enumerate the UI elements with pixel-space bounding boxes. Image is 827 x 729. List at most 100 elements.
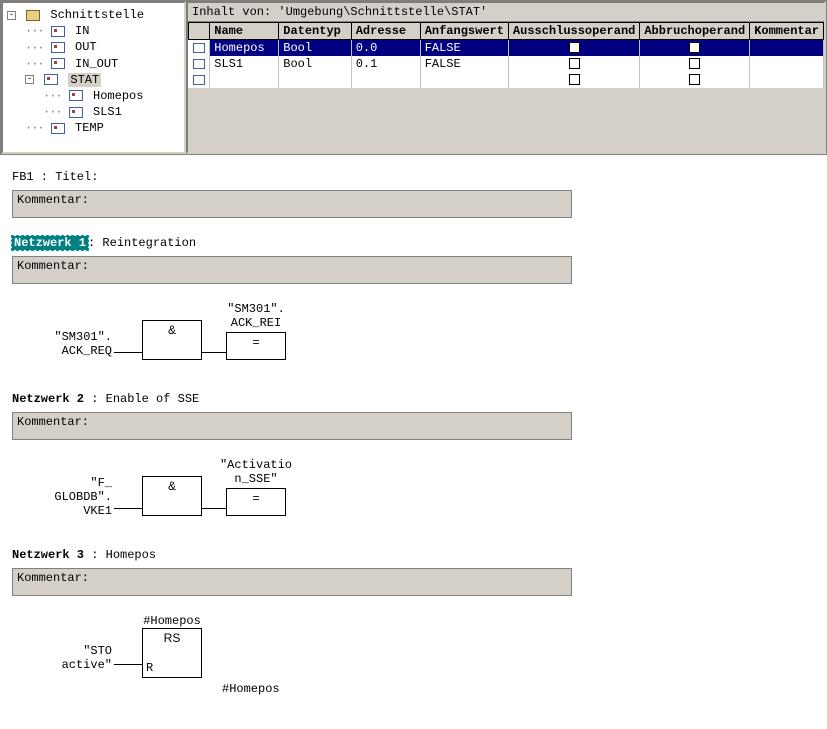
and-block[interactable]: &	[142, 320, 202, 360]
output-signal: "Activatio n_SSE"	[214, 458, 298, 486]
tree-in[interactable]: ··· IN	[25, 23, 180, 39]
top-signal: #Homepos	[134, 614, 210, 628]
fb-title: FB1 : Titel:	[12, 170, 815, 184]
network-comment-box[interactable]: Kommentar:	[12, 256, 572, 284]
table-row[interactable]: Homepos Bool 0.0 FALSE	[189, 40, 824, 57]
tree-temp[interactable]: ··· TEMP	[25, 120, 180, 136]
network-label[interactable]: Netzwerk 3	[12, 548, 84, 562]
and-block[interactable]: &	[142, 476, 202, 516]
cell-name[interactable]: SLS1	[210, 56, 279, 72]
network-comment-box[interactable]: Kommentar:	[12, 568, 572, 596]
var-icon	[51, 58, 65, 69]
abort-checkbox[interactable]	[689, 42, 700, 53]
row-icon	[193, 59, 205, 69]
collapse-icon[interactable]: -	[25, 75, 34, 84]
col-abbruch[interactable]: Abbruchoperand	[640, 23, 750, 40]
cell-name[interactable]: Homepos	[210, 40, 279, 57]
network-2-diagram[interactable]: "F_ GLOBDB". VKE1 & "Activatio n_SSE" =	[32, 458, 815, 528]
network-1-diagram[interactable]: "SM301". ACK_REQ & "SM301". ACK_REI =	[32, 302, 815, 372]
cell-type[interactable]: Bool	[279, 40, 351, 57]
tree-connector: ···	[25, 56, 44, 72]
tree-inout[interactable]: ··· IN_OUT	[25, 56, 180, 72]
tree-in-label: IN	[75, 24, 89, 38]
col-kommentar[interactable]: Kommentar	[750, 23, 824, 40]
wire	[114, 664, 142, 665]
tree-homepos-label: Homepos	[93, 89, 143, 103]
cell-comment[interactable]	[750, 56, 824, 72]
cell-init[interactable]: FALSE	[420, 40, 508, 57]
tree-stat-label: STAT	[68, 73, 101, 87]
network-title: : Enable of SSE	[84, 392, 199, 406]
tree-inout-label: IN_OUT	[75, 57, 118, 71]
network-header: Netzwerk 1: Reintegration	[12, 236, 815, 250]
network-header: Netzwerk 3 : Homepos	[12, 548, 815, 562]
kommentar-label: Kommentar:	[17, 415, 89, 429]
output-signal: "SM301". ACK_REI	[220, 302, 292, 330]
interface-tree[interactable]: - Schnittstelle ··· IN ··· OUT ··· IN_OU…	[1, 1, 186, 154]
wire	[202, 508, 226, 509]
var-icon	[51, 123, 65, 134]
network-header: Netzwerk 2 : Enable of SSE	[12, 392, 815, 406]
input-signal: "STO active"	[32, 644, 112, 672]
wire	[202, 352, 226, 353]
tree-stat-child[interactable]: ··· Homepos	[43, 88, 180, 104]
fb-comment-box[interactable]: Kommentar:	[12, 190, 572, 218]
col-datentyp[interactable]: Datentyp	[279, 23, 351, 40]
table-title: Inhalt von: 'Umgebung\Schnittstelle\STAT…	[188, 3, 824, 22]
wire	[114, 352, 142, 353]
wire	[114, 508, 142, 509]
abort-checkbox[interactable]	[689, 74, 700, 85]
folder-icon	[26, 10, 40, 21]
col-name[interactable]: Name	[210, 23, 279, 40]
tree-sls1-label: SLS1	[93, 105, 122, 119]
tree-stat[interactable]: - STAT	[25, 72, 180, 88]
fbd-editor[interactable]: FB1 : Titel: Kommentar: Netzwerk 1: Rein…	[0, 155, 827, 729]
input-signal: "SM301". ACK_REQ	[32, 330, 112, 358]
assign-block[interactable]: =	[226, 488, 286, 516]
rs-block[interactable]: RS R	[142, 628, 202, 678]
row-icon	[193, 75, 205, 85]
cell-comment[interactable]	[750, 40, 824, 57]
cell-type[interactable]: Bool	[279, 56, 351, 72]
kommentar-label: Kommentar:	[17, 571, 89, 585]
variable-table[interactable]: Name Datentyp Adresse Anfangswert Aussch…	[188, 22, 824, 88]
kommentar-label: Kommentar:	[17, 193, 89, 207]
tree-connector: ···	[25, 120, 44, 136]
tree-connector: ···	[25, 40, 44, 56]
network-label[interactable]: Netzwerk 1	[12, 236, 88, 250]
col-icon[interactable]	[189, 23, 210, 40]
tree-connector: ···	[43, 104, 62, 120]
tree-stat-child[interactable]: ··· SLS1	[43, 104, 180, 120]
assign-block[interactable]: =	[226, 332, 286, 360]
network-title: : Homepos	[84, 548, 156, 562]
var-icon	[44, 74, 58, 85]
row-icon	[193, 43, 205, 53]
cell-init[interactable]: FALSE	[420, 56, 508, 72]
network-comment-box[interactable]: Kommentar:	[12, 412, 572, 440]
tree-temp-label: TEMP	[75, 121, 104, 135]
bottom-signal: #Homepos	[222, 682, 280, 696]
cell-addr[interactable]: 0.0	[351, 40, 420, 57]
table-row-empty[interactable]	[189, 72, 824, 88]
network-title: : Reintegration	[88, 236, 196, 250]
exclusion-checkbox[interactable]	[569, 58, 580, 69]
kommentar-label: Kommentar:	[17, 259, 89, 273]
table-row[interactable]: SLS1 Bool 0.1 FALSE	[189, 56, 824, 72]
variable-table-panel: Inhalt von: 'Umgebung\Schnittstelle\STAT…	[186, 1, 826, 154]
tree-out[interactable]: ··· OUT	[25, 39, 180, 55]
tree-root[interactable]: - Schnittstelle	[7, 7, 180, 23]
col-adresse[interactable]: Adresse	[351, 23, 420, 40]
exclusion-checkbox[interactable]	[569, 42, 580, 53]
collapse-icon[interactable]: -	[7, 11, 16, 20]
port-r: R	[146, 661, 153, 675]
cell-addr[interactable]: 0.1	[351, 56, 420, 72]
network-label[interactable]: Netzwerk 2	[12, 392, 84, 406]
col-anfangswert[interactable]: Anfangswert	[420, 23, 508, 40]
input-signal: "F_ GLOBDB". VKE1	[32, 476, 112, 518]
var-icon	[51, 26, 65, 37]
abort-checkbox[interactable]	[689, 58, 700, 69]
tree-out-label: OUT	[75, 40, 97, 54]
col-ausschluss[interactable]: Ausschlussoperand	[508, 23, 639, 40]
network-3-diagram[interactable]: #Homepos "STO active" RS R #Homepos	[32, 614, 815, 694]
exclusion-checkbox[interactable]	[569, 74, 580, 85]
